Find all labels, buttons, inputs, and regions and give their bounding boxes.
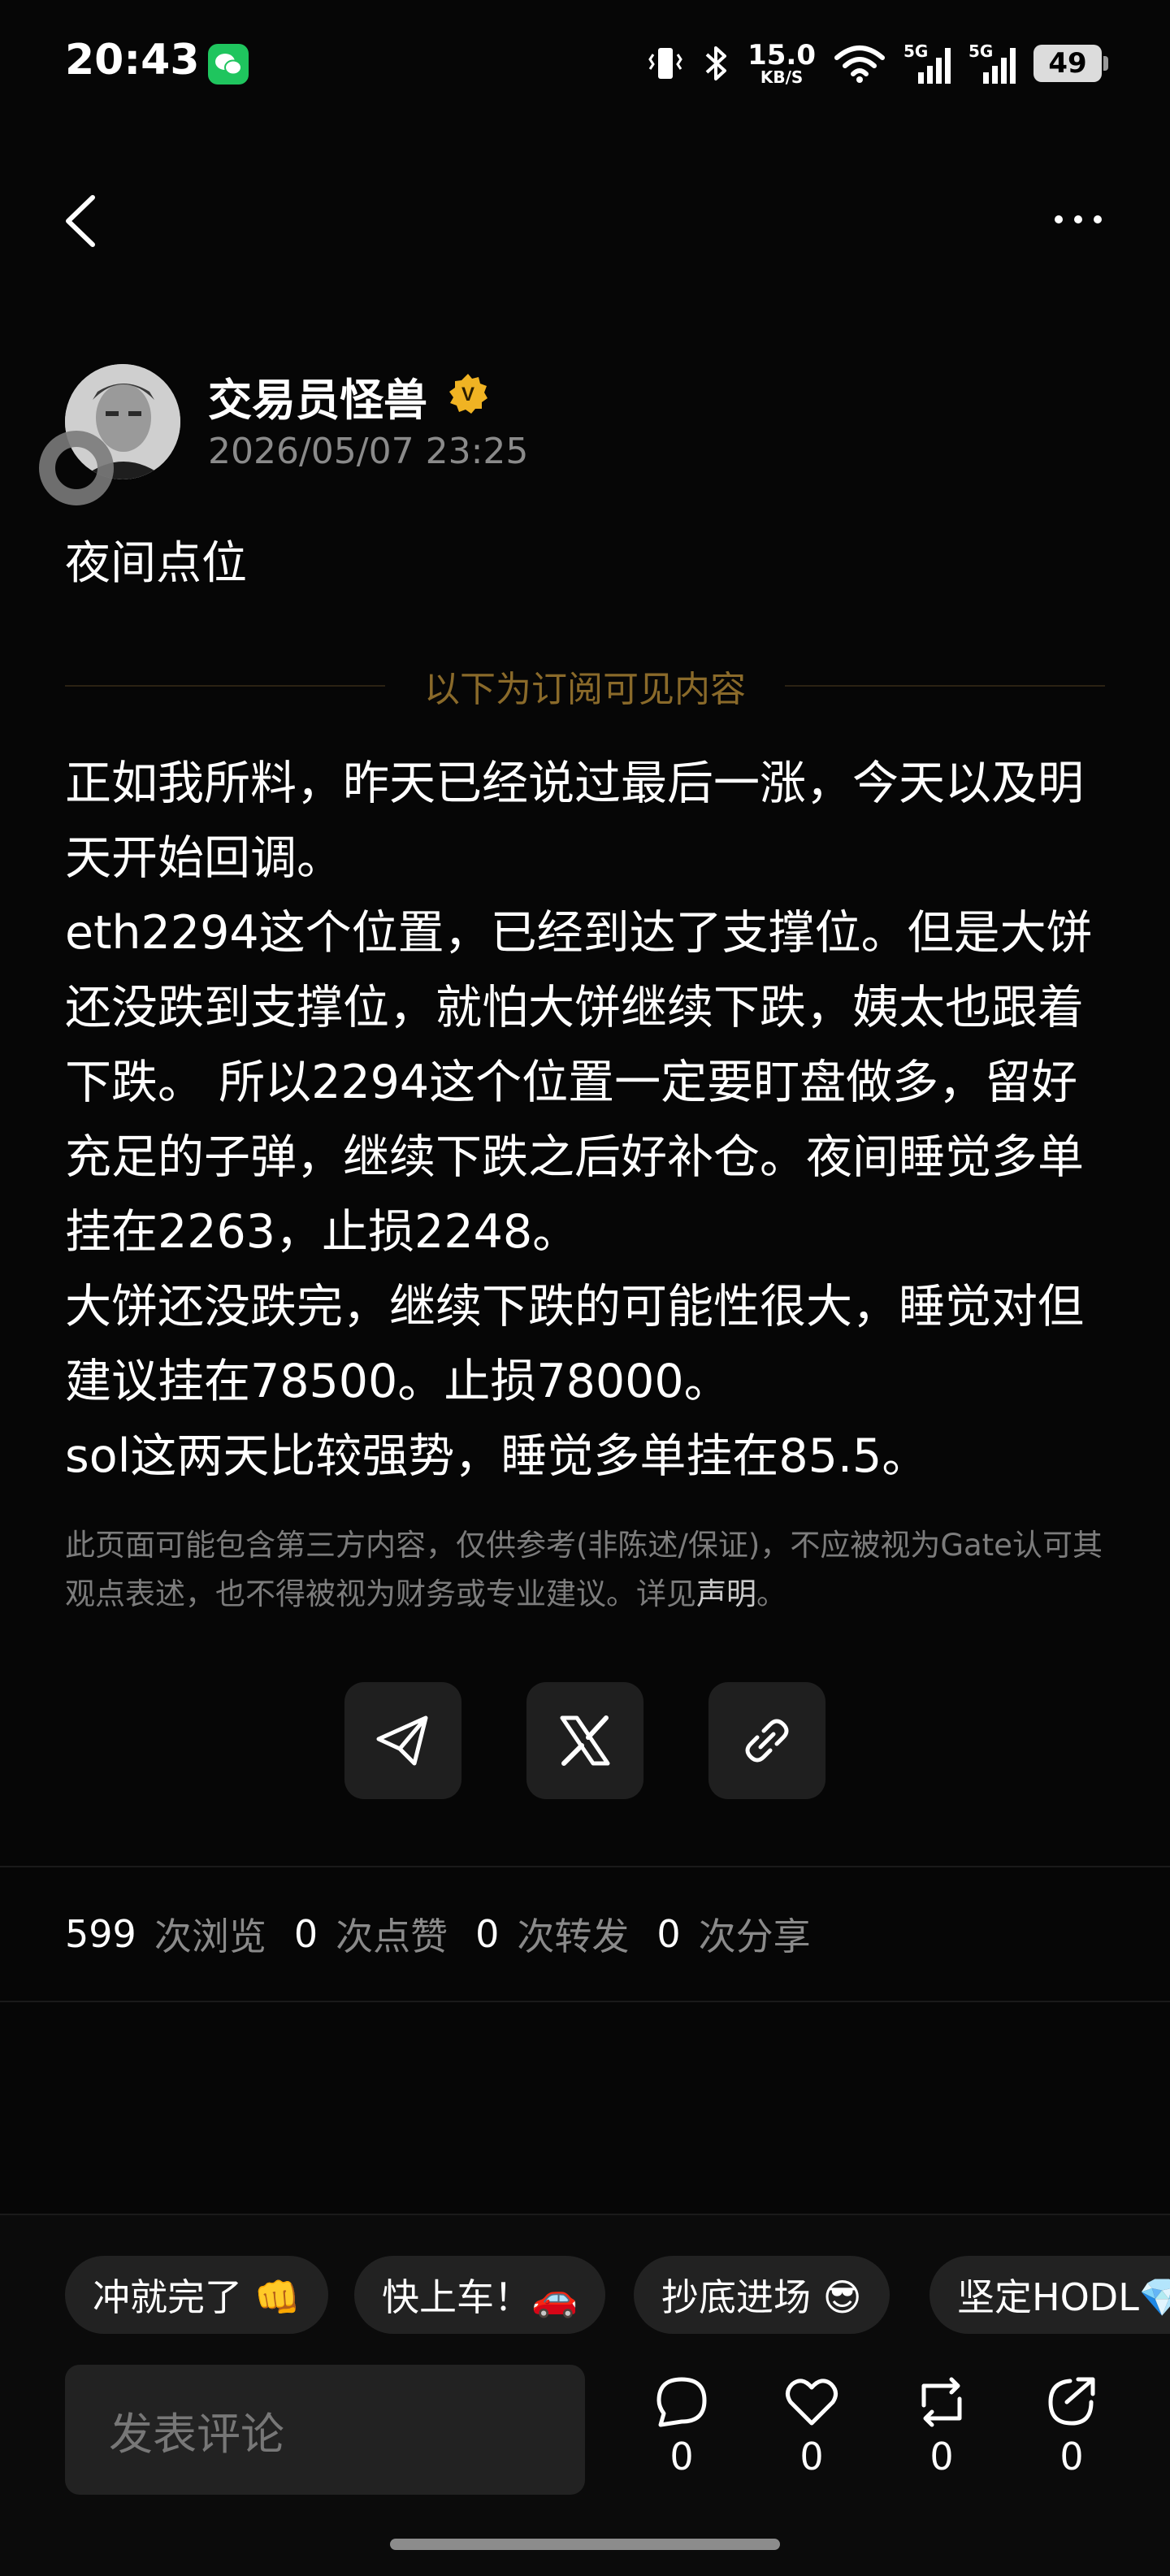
likes-label: 次点赞: [336, 1915, 448, 1958]
comment-bubble-icon: [656, 2377, 707, 2427]
reposts-label: 次转发: [517, 1915, 630, 1958]
signal-1-icon: 5G: [904, 41, 951, 84]
subscribe-divider-label: 以下为订阅可见内容: [424, 669, 746, 710]
post-paragraph: sol这两天比较强势，睡觉多单挂在85.5。: [65, 1429, 929, 1483]
vibrate-icon: [648, 48, 682, 79]
wechat-icon: [208, 44, 249, 85]
comment-count: 0: [670, 2435, 694, 2478]
share-count: 0: [1060, 2435, 1084, 2478]
home-indicator[interactable]: [390, 2539, 780, 2550]
post-paragraph: 大饼还没跌完，继续下跌的可能性很大，睡觉对但建议挂在78500。止损78000。: [65, 1280, 1084, 1408]
repost-count: 0: [930, 2435, 954, 2478]
disclaimer-end: 。: [756, 1576, 786, 1611]
quick-reply-chip[interactable]: 冲就完了 👊: [65, 2256, 328, 2334]
quick-reply-chip[interactable]: 快上车！🚗: [354, 2256, 606, 2334]
disclaimer-text: 此页面可能包含第三方内容，仅供参考(非陈述/保证)，不应被视为Gate认可其观点…: [65, 1528, 1103, 1611]
telegram-icon: [376, 1715, 428, 1766]
reposts-count: 0: [475, 1912, 500, 1956]
link-icon: [745, 1719, 789, 1763]
disclaimer: 此页面可能包含第三方内容，仅供参考(非陈述/保证)，不应被视为Gate认可其观点…: [65, 1521, 1113, 1619]
subscribe-divider: 以下为订阅可见内容: [65, 660, 1105, 712]
back-button[interactable]: [62, 189, 114, 254]
views-label: 次浏览: [154, 1915, 266, 1958]
avatar-decoration-icon: [39, 431, 114, 505]
like-count: 0: [800, 2435, 824, 2478]
more-dot-icon: [1094, 215, 1102, 223]
share-action-button[interactable]: 0: [1027, 2374, 1116, 2478]
share-icon: [1048, 2377, 1095, 2426]
sim1-label: 5G: [904, 41, 929, 61]
post-body: 正如我所料，昨天已经说过最后一涨，今天以及明天开始回调。 eth2294这个位置…: [65, 746, 1113, 1494]
author-name[interactable]: 交易员怪兽: [208, 364, 427, 428]
net-speed-unit: KB/S: [760, 67, 804, 87]
divider-line: [65, 685, 385, 687]
post-timestamp: 2026/05/07 23:25: [208, 431, 529, 472]
comment-input[interactable]: 发表评论: [65, 2365, 585, 2495]
net-speed-value: 15.0: [748, 39, 816, 72]
share-x-button[interactable]: [526, 1682, 644, 1799]
chevron-left-icon: [66, 195, 95, 247]
bluetooth-icon: [705, 46, 727, 80]
status-time: 20:43: [65, 36, 200, 85]
like-action-button[interactable]: 0: [767, 2374, 856, 2478]
more-dot-icon: [1074, 215, 1082, 223]
verified-badge-label: V: [462, 384, 474, 405]
post-title: 夜间点位: [65, 537, 247, 590]
more-dot-icon: [1055, 215, 1063, 223]
divider: [0, 2001, 1170, 2002]
x-logo-icon: [560, 1715, 610, 1766]
divider: [0, 1866, 1170, 1867]
divider-line: [785, 685, 1105, 687]
wifi-icon: [834, 46, 885, 83]
verified-badge-icon: V: [447, 372, 489, 414]
repost-icon: [921, 2377, 962, 2427]
quick-reply-chip[interactable]: 抄底进场 😎: [634, 2256, 890, 2334]
copy-link-button[interactable]: [708, 1682, 826, 1799]
views-count: 599: [65, 1912, 136, 1956]
post-stats: 599 次浏览 0 次点赞 0 次转发 0 次分享: [65, 1902, 838, 1967]
likes-count: 0: [293, 1912, 318, 1956]
heart-icon: [786, 2379, 838, 2426]
shares-count: 0: [656, 1912, 681, 1956]
shares-label: 次分享: [698, 1915, 811, 1958]
battery-indicator: 49: [1034, 45, 1108, 82]
disclaimer-link[interactable]: 声明: [696, 1576, 756, 1611]
comment-action-button[interactable]: 0: [637, 2374, 726, 2478]
repost-action-button[interactable]: 0: [897, 2374, 986, 2478]
status-icons: 15.0 KB/S 5G 5G 49: [647, 39, 1108, 88]
signal-2-icon: 5G: [968, 41, 1016, 84]
post-paragraph: 正如我所料，昨天已经说过最后一涨，今天以及明天开始回调。: [65, 757, 1084, 885]
net-speed: 15.0 KB/S: [748, 41, 816, 85]
post-paragraph: eth2294这个位置，已经到达了支撑位。但是大饼还没跌到支撑位，就怕大饼继续下…: [65, 906, 1093, 1259]
share-telegram-button[interactable]: [344, 1682, 462, 1799]
more-button[interactable]: [1029, 195, 1102, 244]
sim2-label: 5G: [968, 41, 994, 61]
quick-reply-chip[interactable]: 坚定HODL💎: [930, 2256, 1170, 2334]
